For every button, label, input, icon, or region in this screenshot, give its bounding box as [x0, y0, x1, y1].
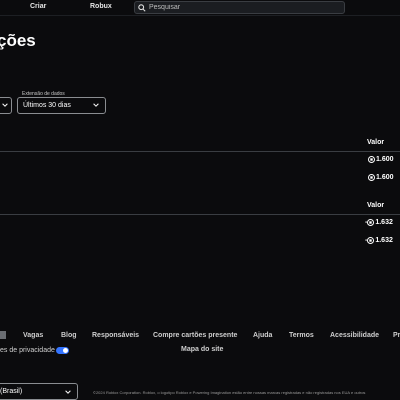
- chevron-down-icon: [93, 103, 99, 107]
- transaction-type-select[interactable]: [0, 97, 12, 114]
- footer-link-acessibilidade[interactable]: Acessibilidade: [330, 332, 379, 339]
- sitemap-link[interactable]: Mapa do site: [181, 346, 223, 353]
- robux-icon: [367, 219, 375, 226]
- privacy-choices-link[interactable]: es de privacidade: [0, 347, 55, 354]
- search-input[interactable]: [149, 4, 329, 11]
- robux-icon: [367, 237, 375, 244]
- footer-icon: [0, 331, 6, 339]
- footer-link-vagas[interactable]: Vagas: [23, 332, 43, 339]
- search-icon: [138, 3, 146, 12]
- table-row-amount: 1.600: [368, 156, 394, 163]
- copyright-text: ©2024 Roblox Corporation. Roblox, o logo…: [93, 390, 366, 395]
- robux-icon: [368, 174, 375, 181]
- table-divider: [0, 151, 400, 152]
- search-bar[interactable]: [134, 1, 345, 14]
- footer-link-responsaveis[interactable]: Responsáveis: [92, 332, 139, 339]
- table-row-amount: - 1.632: [365, 219, 393, 226]
- nav-create-link[interactable]: Criar: [30, 3, 46, 10]
- language-value: (Brasil): [0, 388, 23, 395]
- date-range-select[interactable]: Últimos 30 dias: [17, 97, 106, 114]
- table-divider: [0, 214, 400, 215]
- privacy-toggle-icon[interactable]: [56, 347, 69, 354]
- nav-robux-link[interactable]: Robux: [90, 3, 112, 10]
- value-column-header: Valor: [367, 202, 385, 209]
- table-row-amount: 1.600: [368, 174, 394, 181]
- top-nav-bar: Criar Robux: [0, 0, 400, 16]
- table-row-amount: - 1.632: [365, 237, 393, 244]
- robux-icon: [368, 156, 375, 163]
- page-title: ções: [0, 31, 36, 50]
- chevron-down-icon: [2, 103, 8, 107]
- footer-link-privacy[interactable]: Pr: [393, 332, 400, 339]
- footer-link-gift-cards[interactable]: Compre cartões presente: [153, 332, 237, 339]
- language-select[interactable]: (Brasil): [0, 383, 78, 400]
- footer-link-ajuda[interactable]: Ajuda: [253, 332, 272, 339]
- amount-value: 1.632: [375, 237, 393, 244]
- value-column-header: Valor: [367, 139, 385, 146]
- chevron-down-icon: [65, 390, 71, 394]
- footer-link-blog[interactable]: Blog: [61, 332, 77, 339]
- footer-link-termos[interactable]: Termos: [289, 332, 314, 339]
- amount-value: 1.632: [375, 219, 393, 226]
- date-range-value: Últimos 30 dias: [23, 102, 71, 109]
